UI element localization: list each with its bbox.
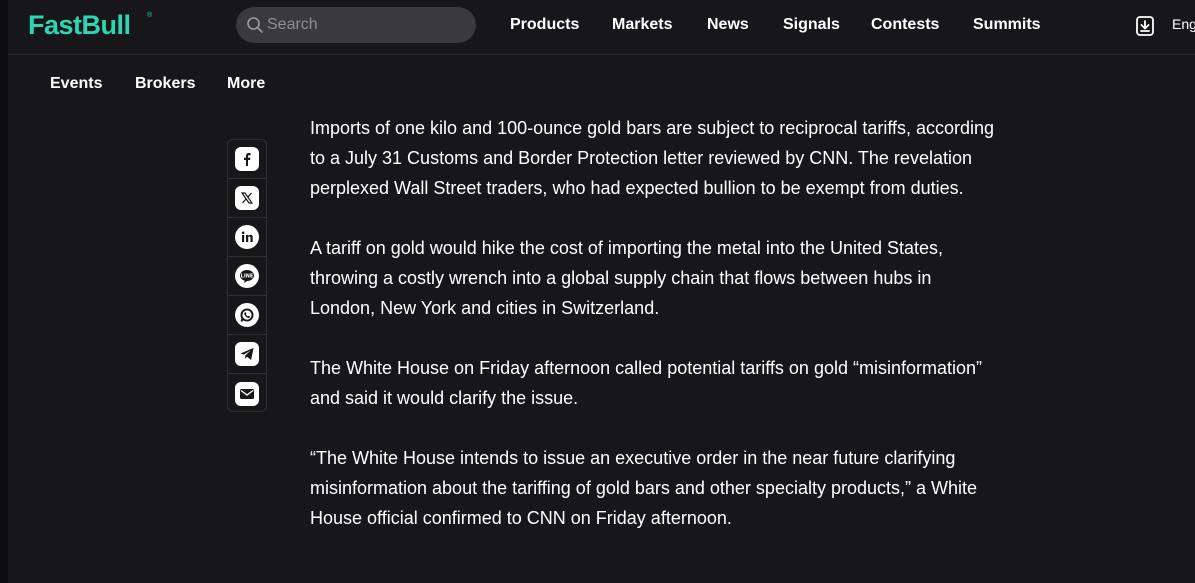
article-body: Imports of one kilo and 100-ounce gold b… [310, 113, 1000, 563]
linkedin-icon [235, 225, 259, 249]
nav-news[interactable]: News [707, 15, 749, 35]
fastbull-logo[interactable]: FastBull [28, 8, 131, 42]
nav-events[interactable]: Events [50, 74, 102, 94]
email-icon [235, 381, 259, 406]
line-icon: LINE [235, 264, 259, 288]
page: FastBull ® Products Markets News Signals… [0, 0, 1195, 583]
nav-contests[interactable]: Contests [871, 15, 939, 35]
article-paragraph: The White House on Friday afternoon call… [310, 358, 983, 408]
top-navigation-bar: FastBull ® Products Markets News Signals… [8, 0, 1195, 55]
whatsapp-icon [235, 303, 259, 327]
share-facebook-button[interactable] [228, 140, 266, 179]
nav-markets[interactable]: Markets [612, 15, 672, 35]
nav-signals[interactable]: Signals [783, 15, 840, 35]
share-linkedin-button[interactable] [228, 218, 266, 257]
left-edge-strip [0, 0, 8, 583]
article-paragraph: “The White House intends to issue an exe… [310, 448, 978, 528]
x-icon [235, 186, 259, 210]
share-email-button[interactable] [228, 374, 266, 413]
share-whatsapp-button[interactable] [228, 296, 266, 335]
share-toolbar: LINE [227, 139, 267, 412]
telegram-icon [235, 342, 259, 366]
search-icon [247, 17, 263, 33]
registered-mark: ® [147, 12, 153, 19]
share-x-button[interactable] [228, 179, 266, 218]
search-input[interactable] [267, 7, 467, 43]
article-paragraph: A tariff on gold would hike the cost of … [310, 238, 944, 318]
language-selector[interactable]: Eng [1172, 16, 1195, 32]
nav-summits[interactable]: Summits [973, 15, 1041, 35]
article-paragraph: Imports of one kilo and 100-ounce gold b… [310, 118, 995, 198]
facebook-icon [235, 147, 259, 171]
search-box[interactable] [236, 7, 476, 43]
download-app-icon[interactable] [1135, 15, 1155, 37]
share-telegram-button[interactable] [228, 335, 266, 374]
svg-text:LINE: LINE [241, 274, 254, 280]
nav-brokers[interactable]: Brokers [135, 74, 195, 94]
nav-products[interactable]: Products [510, 15, 579, 35]
share-line-button[interactable]: LINE [228, 257, 266, 296]
nav-more[interactable]: More [227, 74, 265, 94]
